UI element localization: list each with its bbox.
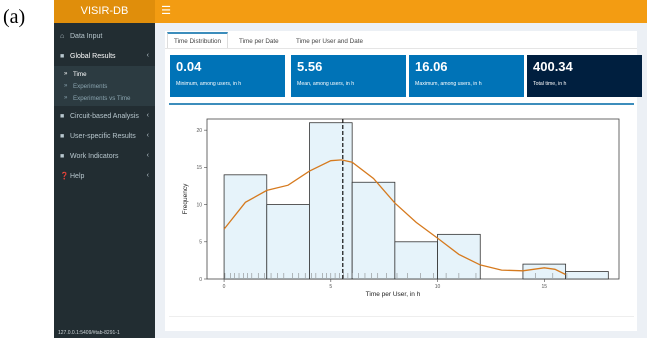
- histogram-bar: [309, 122, 353, 280]
- sidebar-subitem-experiments-vs-time[interactable]: » Experiments vs Time: [54, 92, 155, 104]
- folder-icon: ■: [60, 112, 65, 120]
- folder-icon: ■: [60, 132, 65, 140]
- value-box-total: 400.34 Total time, in h: [527, 55, 642, 97]
- chevron-left-icon: ‹: [146, 132, 149, 139]
- value-box-number: 0.04: [176, 59, 202, 74]
- value-box-number: 400.34: [533, 59, 573, 74]
- value-box-label: Mean, among users, in h: [297, 81, 355, 87]
- y-tick-label: 0: [199, 277, 202, 283]
- sidebar-item-help[interactable]: ❓ Help ‹: [54, 166, 155, 186]
- x-tick-label: 5: [329, 284, 332, 290]
- y-axis-label: Frequency: [182, 183, 189, 214]
- tab-time-per-date[interactable]: Time per Date: [233, 34, 285, 49]
- histogram-bar: [351, 181, 396, 280]
- sidebar-item-circuit-analysis[interactable]: ■ Circuit-based Analysis ‹: [54, 106, 155, 126]
- folder-icon: ■: [60, 152, 65, 160]
- sidebar-subitem-experiments[interactable]: » Experiments: [54, 80, 155, 92]
- histogram-bar: [437, 233, 481, 280]
- folder-icon: ■: [60, 52, 65, 60]
- x-axis-label: Time per User, in h: [366, 291, 421, 298]
- sidebar-item-label: Global Results: [70, 52, 116, 60]
- sidebar-subitem-label: Experiments vs Time: [73, 94, 131, 102]
- value-box-maximum: 16.06 Maximum, among users, in h: [409, 55, 524, 97]
- chevron-left-icon: ‹: [146, 112, 149, 119]
- time-distribution-histogram: 0 5 10 15 0 5 10 15 20 Time per User, in h Frequen…: [182, 118, 620, 298]
- sidebar-item-data-input[interactable]: ⌂ Data Input: [54, 26, 155, 46]
- y-tick-label: 20: [196, 128, 202, 134]
- tab-time-per-user-and-date[interactable]: Time per User and Date: [290, 34, 369, 49]
- chevron-left-icon: ‹: [146, 172, 149, 179]
- sidebar-item-label: Help: [70, 172, 85, 180]
- app-logo[interactable]: VISIR-DB: [54, 0, 155, 23]
- sidebar-item-label: Circuit-based Analysis: [70, 112, 139, 120]
- question-icon: ❓: [60, 173, 69, 180]
- x-tick-label: 0: [223, 284, 226, 290]
- double-chevron-icon: »: [64, 83, 68, 89]
- sidebar-subitem-time[interactable]: » Time: [54, 68, 155, 80]
- app-window: VISIR-DB ☰ ⌂ Data Input ■ Global Results…: [54, 0, 647, 338]
- x-tick-label: 10: [435, 284, 441, 290]
- histogram-bar: [394, 241, 438, 280]
- sidebar-item-work-indicators[interactable]: ■ Work Indicators ‹: [54, 146, 155, 166]
- value-box-label: Minimum, among users, in h: [176, 81, 242, 87]
- sidebar-item-user-results[interactable]: ■ User-specific Results ‹: [54, 126, 155, 146]
- sidebar-item-label: Work Indicators: [70, 152, 119, 160]
- sidebar-subitem-label: Time: [73, 70, 87, 78]
- sidebar-item-label: User-specific Results: [70, 132, 136, 140]
- menu-icon[interactable]: ☰: [159, 4, 173, 18]
- y-tick-label: 15: [196, 165, 202, 171]
- value-box-number: 16.06: [415, 59, 448, 74]
- sidebar-item-label: Data Input: [70, 32, 103, 40]
- value-box-label: Total time, in h: [533, 81, 567, 87]
- main-content: Time Distribution Time per Date Time per…: [155, 23, 647, 338]
- histogram-bar: [565, 271, 609, 280]
- tab-time-distribution[interactable]: Time Distribution: [167, 32, 229, 48]
- top-navbar: VISIR-DB ☰: [54, 0, 647, 23]
- chevron-left-icon: ‹: [146, 152, 149, 159]
- box-footer-divider: [169, 316, 634, 317]
- histogram-bar: [266, 204, 310, 280]
- home-icon: ⌂: [60, 32, 65, 40]
- value-box-minimum: 0.04 Minimum, among users, in h: [170, 55, 285, 97]
- histogram-bar: [223, 174, 268, 280]
- chevron-left-icon: ‹: [146, 52, 149, 59]
- figure-label: (a): [3, 6, 26, 28]
- y-tick-label: 5: [199, 240, 202, 246]
- sidebar: ⌂ Data Input ■ Global Results ‹ » Time »…: [54, 23, 155, 338]
- x-tick-label: 15: [542, 284, 548, 290]
- value-box-label: Maximum, among users, in h: [415, 81, 482, 87]
- sidebar-item-global-results[interactable]: ■ Global Results ‹: [54, 46, 155, 66]
- value-box-number: 5.56: [297, 59, 323, 74]
- value-box-mean: 5.56 Mean, among users, in h: [291, 55, 406, 97]
- sidebar-subitem-label: Experiments: [73, 82, 108, 90]
- double-chevron-icon: »: [64, 95, 68, 101]
- tab-bar: Time Distribution Time per Date Time per…: [165, 31, 637, 49]
- tab-box: Time Distribution Time per Date Time per…: [165, 31, 642, 331]
- double-chevron-icon: »: [64, 71, 68, 77]
- section-divider: [169, 103, 634, 105]
- global-results-submenu: » Time » Experiments » Experiments vs Ti…: [54, 66, 155, 106]
- status-url: 127.0.0.1:5409/#tab-8291-1: [58, 330, 120, 336]
- y-tick-label: 10: [196, 202, 202, 208]
